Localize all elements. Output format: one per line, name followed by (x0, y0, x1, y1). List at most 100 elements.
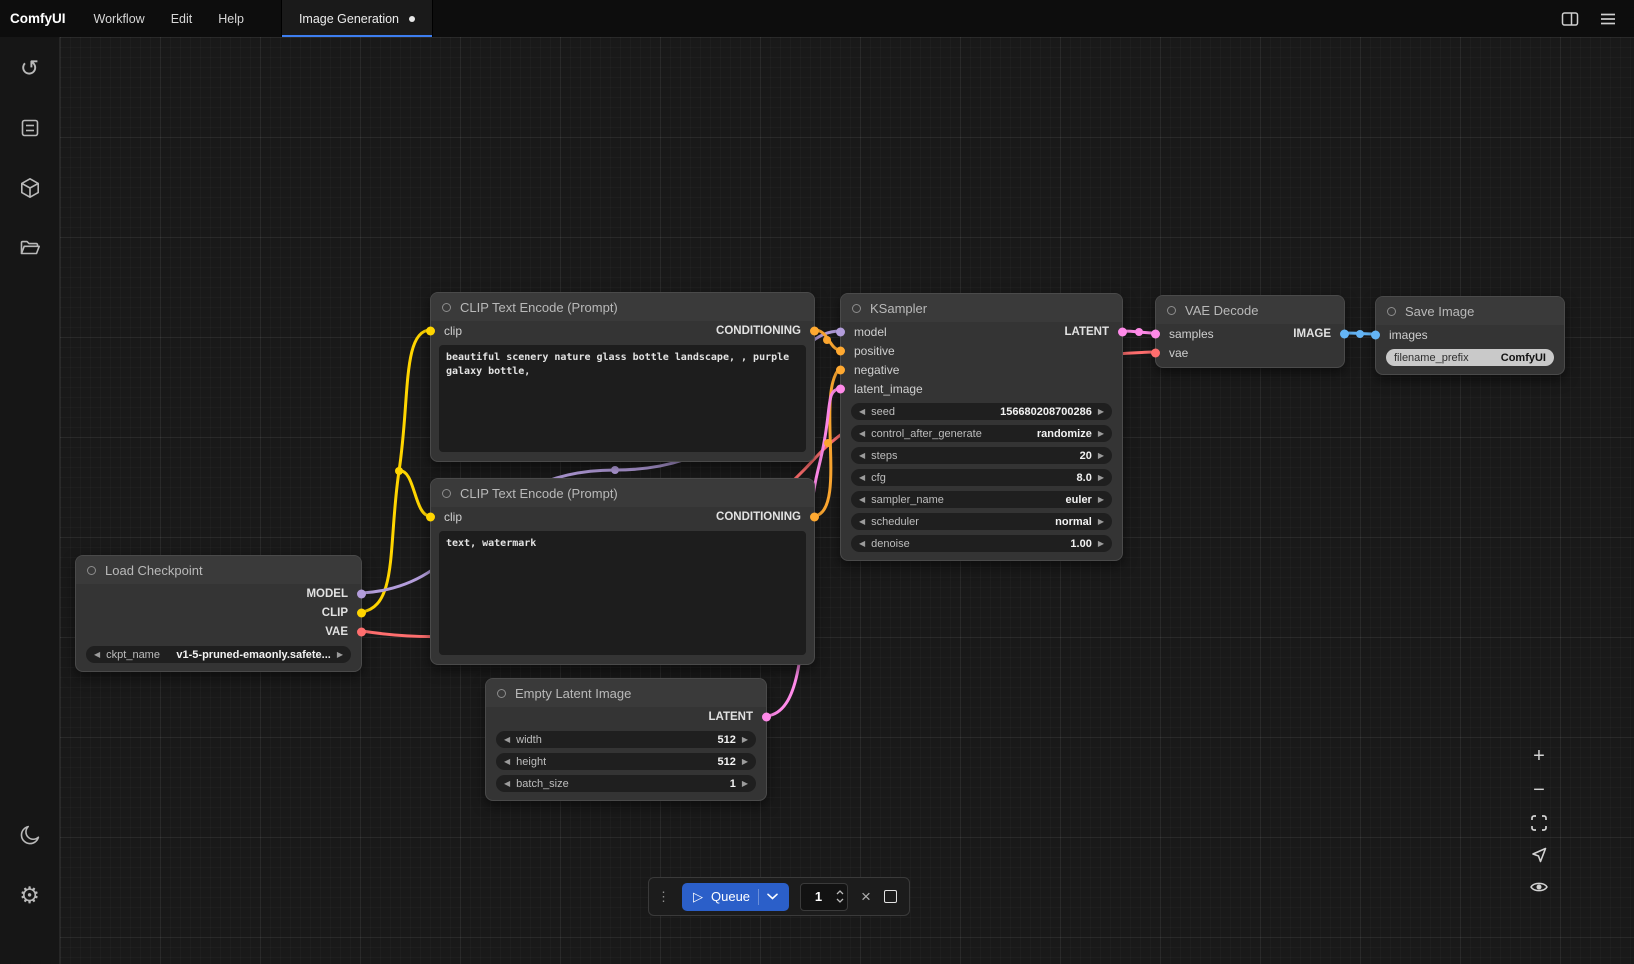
widget-arrow-left-icon[interactable]: ◀ (94, 651, 100, 659)
sidebar-history-button[interactable]: ↺ (8, 46, 52, 90)
collapse-dot[interactable] (1167, 306, 1176, 315)
chevron-down-icon[interactable] (767, 893, 778, 900)
widget-arrow-right-icon[interactable]: ▶ (742, 758, 748, 766)
queue-button[interactable]: ▷ Queue (682, 883, 789, 911)
menu-button[interactable] (1599, 10, 1617, 28)
steps-widget[interactable]: ◀ steps 20 ▶ (851, 447, 1112, 464)
collapse-dot[interactable] (1387, 307, 1396, 316)
scheduler-widget[interactable]: ◀ scheduler normal ▶ (851, 513, 1112, 530)
height-widget[interactable]: ◀ height 512 ▶ (496, 753, 756, 770)
sidebar-queue-button[interactable] (8, 106, 52, 150)
widget-arrow-left-icon[interactable]: ◀ (859, 496, 865, 504)
menu-help[interactable]: Help (205, 0, 257, 37)
node-ksampler[interactable]: KSampler model LATENT positive negative … (840, 293, 1123, 561)
input-port-negative[interactable] (836, 365, 845, 374)
sampler-name-widget[interactable]: ◀ sampler_name euler ▶ (851, 491, 1112, 508)
zoom-out-button[interactable]: − (1533, 779, 1545, 801)
node-header[interactable]: CLIP Text Encode (Prompt) (431, 293, 814, 321)
input-port-vae[interactable] (1151, 348, 1160, 357)
input-port-clip[interactable] (426, 512, 435, 521)
node-header[interactable]: Empty Latent Image (486, 679, 766, 707)
sidebar-workflows-button[interactable] (8, 226, 52, 270)
input-port-positive[interactable] (836, 346, 845, 355)
output-port-vae[interactable] (357, 627, 366, 636)
node-header[interactable]: VAE Decode (1156, 296, 1344, 324)
widget-arrow-left-icon[interactable]: ◀ (859, 430, 865, 438)
settings-button[interactable]: ⚙ (8, 873, 52, 917)
widget-arrow-left-icon[interactable]: ◀ (859, 540, 865, 548)
input-port-samples[interactable] (1151, 329, 1160, 338)
collapse-dot[interactable] (852, 304, 861, 313)
stepper-down-icon[interactable] (836, 898, 844, 903)
drag-handle-icon[interactable]: ⋮ (655, 889, 671, 905)
widget-arrow-right-icon[interactable]: ▶ (1098, 408, 1104, 416)
node-clip-text-encode-positive[interactable]: CLIP Text Encode (Prompt) clip CONDITION… (430, 292, 815, 462)
widget-arrow-right-icon[interactable]: ▶ (742, 780, 748, 788)
widget-arrow-right-icon[interactable]: ▶ (742, 736, 748, 744)
filename-prefix-widget[interactable]: filename_prefix ComfyUI (1386, 349, 1554, 366)
widget-arrow-left-icon[interactable]: ◀ (859, 452, 865, 460)
prompt-text-input[interactable]: text, watermark (439, 531, 806, 655)
widget-arrow-right-icon[interactable]: ▶ (1098, 474, 1104, 482)
collapse-dot[interactable] (497, 689, 506, 698)
widget-arrow-right-icon[interactable]: ▶ (1098, 540, 1104, 548)
node-clip-text-encode-negative[interactable]: CLIP Text Encode (Prompt) clip CONDITION… (430, 478, 815, 665)
output-port-model[interactable] (357, 589, 366, 598)
widget-arrow-right-icon[interactable]: ▶ (1098, 518, 1104, 526)
collapse-dot[interactable] (442, 303, 451, 312)
menu-workflow[interactable]: Workflow (81, 0, 158, 37)
ckpt-name-widget[interactable]: ◀ ckpt_name v1-5-pruned-emaonly.safete..… (86, 646, 351, 663)
node-header[interactable]: Load Checkpoint (76, 556, 361, 584)
collapse-dot[interactable] (87, 566, 96, 575)
stepper-up-icon[interactable] (836, 890, 844, 895)
output-port-latent[interactable] (1118, 327, 1127, 336)
output-port-conditioning[interactable] (810, 326, 819, 335)
tab-image-generation[interactable]: Image Generation (281, 0, 433, 37)
zoom-in-button[interactable]: + (1533, 745, 1545, 767)
sidebar-node-library-button[interactable] (8, 166, 52, 210)
app-logo[interactable]: ComfyUI (0, 0, 81, 37)
output-port-clip[interactable] (357, 608, 366, 617)
denoise-widget[interactable]: ◀ denoise 1.00 ▶ (851, 535, 1112, 552)
width-widget[interactable]: ◀ width 512 ▶ (496, 731, 756, 748)
node-save-image[interactable]: Save Image images filename_prefix ComfyU… (1375, 296, 1565, 375)
node-empty-latent-image[interactable]: Empty Latent Image LATENT ◀ width 512 ▶ … (485, 678, 767, 801)
fit-view-button[interactable] (1529, 813, 1549, 833)
widget-arrow-left-icon[interactable]: ◀ (859, 518, 865, 526)
widget-arrow-left-icon[interactable]: ◀ (504, 780, 510, 788)
toggle-panel-button[interactable] (1560, 9, 1580, 29)
seed-widget[interactable]: ◀ seed 156680208700286 ▶ (851, 403, 1112, 420)
widget-arrow-right-icon[interactable]: ▶ (1098, 430, 1104, 438)
control-after-generate-widget[interactable]: ◀ control_after_generate randomize ▶ (851, 425, 1112, 442)
select-mode-button[interactable] (1529, 845, 1549, 865)
widget-arrow-left-icon[interactable]: ◀ (859, 408, 865, 416)
input-port-images[interactable] (1371, 330, 1380, 339)
widget-arrow-right-icon[interactable]: ▶ (337, 651, 343, 659)
node-load-checkpoint[interactable]: Load Checkpoint MODEL CLIP VAE ◀ ckpt_na… (75, 555, 362, 672)
theme-toggle-button[interactable] (8, 813, 52, 857)
cancel-button[interactable]: × (859, 888, 873, 905)
batch-count-input[interactable]: 1 (800, 883, 848, 911)
node-header[interactable]: Save Image (1376, 297, 1564, 325)
cfg-widget[interactable]: ◀ cfg 8.0 ▶ (851, 469, 1112, 486)
output-port-conditioning[interactable] (810, 512, 819, 521)
toggle-visibility-button[interactable] (1529, 877, 1549, 897)
prompt-text-input[interactable]: beautiful scenery nature glass bottle la… (439, 345, 806, 452)
output-port-image[interactable] (1340, 329, 1349, 338)
output-port-latent[interactable] (762, 712, 771, 721)
node-header[interactable]: CLIP Text Encode (Prompt) (431, 479, 814, 507)
node-vae-decode[interactable]: VAE Decode samples IMAGE vae (1155, 295, 1345, 368)
widget-arrow-right-icon[interactable]: ▶ (1098, 452, 1104, 460)
input-port-clip[interactable] (426, 326, 435, 335)
batch-size-widget[interactable]: ◀ batch_size 1 ▶ (496, 775, 756, 792)
menu-edit[interactable]: Edit (158, 0, 206, 37)
node-header[interactable]: KSampler (841, 294, 1122, 322)
input-port-latent-image[interactable] (836, 384, 845, 393)
collapse-dot[interactable] (442, 489, 451, 498)
input-port-model[interactable] (836, 327, 845, 336)
widget-arrow-left-icon[interactable]: ◀ (504, 758, 510, 766)
widget-arrow-left-icon[interactable]: ◀ (859, 474, 865, 482)
widget-arrow-left-icon[interactable]: ◀ (504, 736, 510, 744)
widget-arrow-right-icon[interactable]: ▶ (1098, 496, 1104, 504)
stop-button[interactable] (884, 890, 897, 903)
